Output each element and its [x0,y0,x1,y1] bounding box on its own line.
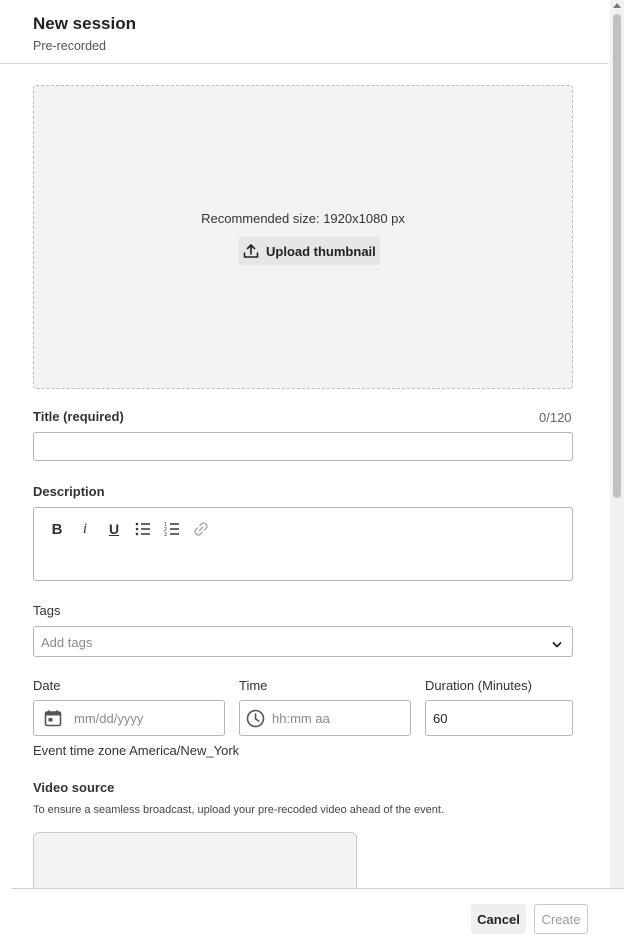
video-upload-area[interactable] [33,832,357,888]
dialog-body: Recommended size: 1920x1080 px Upload th… [0,64,609,888]
video-source-label: Video source [33,780,115,795]
date-placeholder: mm/dd/yyyy [74,711,144,726]
dialog-header: New session Pre-recorded [0,0,609,64]
thumbnail-dropzone[interactable]: Recommended size: 1920x1080 px Upload th… [33,85,573,389]
create-button[interactable]: Create [534,904,588,934]
tags-select[interactable]: Add tags [33,626,573,657]
scrollbar[interactable] [610,0,624,888]
title-label: Title (required) [33,409,124,424]
dialog-footer: Cancel Create [12,888,624,944]
upload-icon [241,241,261,261]
title-input[interactable] [33,432,573,461]
time-input[interactable]: hh:mm aa [239,700,411,736]
date-label: Date [33,678,61,693]
chevron-down-icon [552,637,562,655]
link-icon[interactable] [191,520,211,538]
tags-placeholder: Add tags [41,635,93,650]
scrollbar-thumb[interactable] [613,14,621,498]
time-placeholder: hh:mm aa [272,711,330,726]
tags-label: Tags [33,603,61,618]
duration-value: 60 [433,711,448,726]
duration-label: Duration (Minutes) [425,678,532,693]
title-char-counter: 0/120 [539,410,572,425]
dialog-subtitle: Pre-recorded [33,39,106,53]
cancel-button[interactable]: Cancel [471,904,526,934]
clock-icon [246,709,265,733]
upload-thumbnail-button[interactable]: Upload thumbnail [239,237,380,265]
calendar-icon [44,709,62,732]
scroll-up-arrow-icon[interactable] [613,3,621,8]
dialog-title: New session [33,14,136,33]
bold-icon[interactable]: B [47,520,67,538]
svg-text:3: 3 [164,532,167,537]
recommended-size-text: Recommended size: 1920x1080 px [201,211,405,226]
duration-input[interactable]: 60 [425,700,573,736]
timezone-note: Event time zone America/New_York [33,743,240,758]
description-label: Description [33,484,105,499]
numbered-list-icon[interactable]: 1 2 3 [162,520,182,538]
italic-icon[interactable]: i [75,520,95,538]
date-input[interactable]: mm/dd/yyyy [33,700,225,736]
bullet-list-icon[interactable] [133,520,153,538]
description-editor[interactable]: B i U 1 2 3 [33,507,573,581]
upload-thumbnail-label: Upload thumbnail [266,243,376,259]
time-label: Time [239,678,268,693]
underline-icon[interactable]: U [104,520,124,538]
video-source-note: To ensure a seamless broadcast, upload y… [33,804,444,816]
